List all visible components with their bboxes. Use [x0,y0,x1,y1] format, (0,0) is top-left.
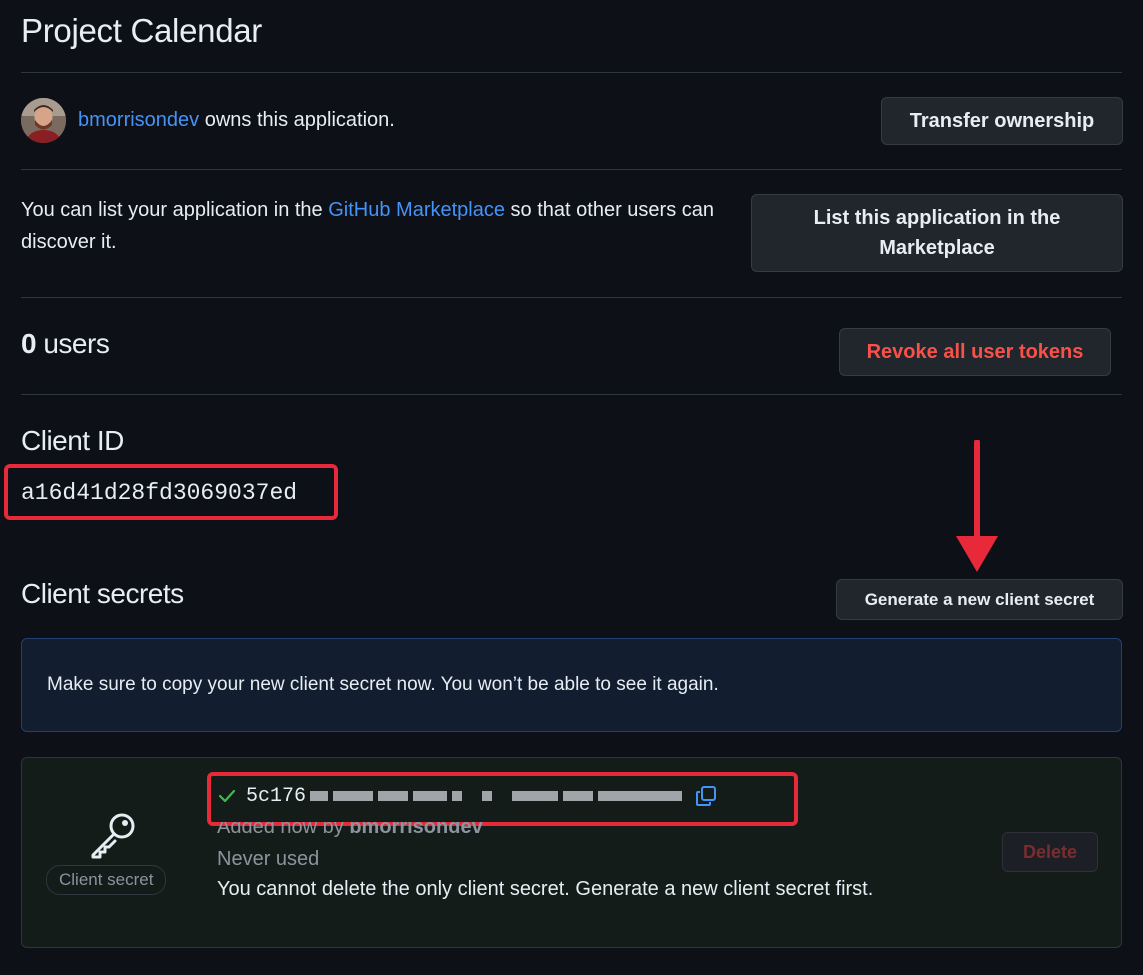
client-id-annotation-box [4,464,338,520]
flash-message: Make sure to copy your new client secret… [47,674,719,695]
transfer-ownership-button[interactable]: Transfer ownership [881,97,1123,145]
key-icon [91,813,135,859]
owner-username-link[interactable]: bmorrisondev [78,109,199,131]
delete-secret-button[interactable]: Delete [1002,832,1098,872]
owner-text: bmorrisondev owns this application. [78,104,395,136]
revoke-all-user-tokens-button[interactable]: Revoke all user tokens [839,328,1111,376]
divider [21,394,1122,395]
flash-notice: Make sure to copy your new client secret… [21,638,1122,732]
divider [21,72,1122,73]
client-secrets-heading: Client secrets [21,578,184,609]
users-label: users [36,328,110,359]
divider [21,169,1122,170]
page-title: Project Calendar [21,12,262,49]
users-count: 0 [21,328,37,359]
avatar[interactable] [21,98,66,143]
secret-delete-note: You cannot delete the only client secret… [217,878,874,900]
marketplace-text-before: You can list your application in the [21,199,329,221]
github-marketplace-link[interactable]: GitHub Marketplace [328,199,505,221]
client-secret-annotation-box [207,772,798,826]
client-id-heading: Client ID [21,425,124,456]
client-secret-badge: Client secret [46,865,167,895]
list-in-marketplace-button[interactable]: List this application in the Marketplace [751,194,1123,272]
divider [21,297,1122,298]
arrow-down-annotation-icon [956,440,998,572]
secret-usage: Never used [217,848,320,870]
generate-client-secret-button[interactable]: Generate a new client secret [836,579,1123,620]
users-count-heading: 0 users [21,328,110,360]
owner-suffix: owns this application. [199,109,395,131]
marketplace-text: You can list your application in the Git… [21,194,745,258]
